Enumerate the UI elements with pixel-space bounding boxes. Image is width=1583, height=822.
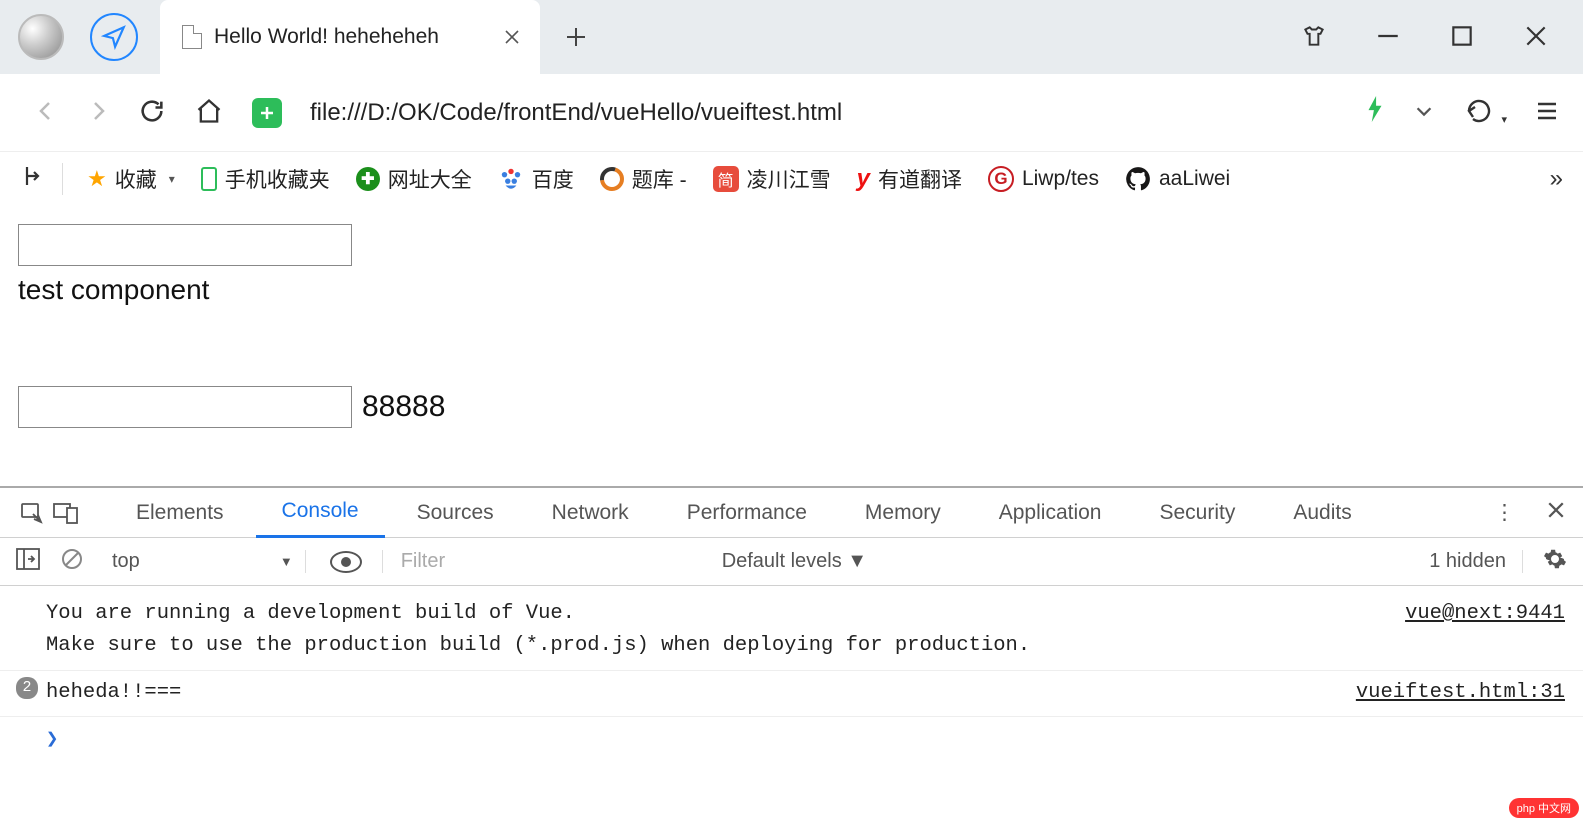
console-message-1: vue@next:9441 You are running a developm…	[46, 596, 1565, 664]
bookmark-label: 有道翻译	[878, 164, 962, 194]
devtools-tab-performance[interactable]: Performance	[661, 488, 833, 538]
execution-context-selector[interactable]: top ▼	[112, 550, 306, 573]
devtools-tabbar: Elements Console Sources Network Perform…	[0, 488, 1583, 538]
favorites-label: 收藏	[115, 164, 157, 194]
tab-title: Hello World! heheheheh	[214, 25, 490, 49]
new-tab-button[interactable]	[556, 17, 596, 57]
context-label: top	[112, 550, 140, 573]
close-window-button[interactable]	[1523, 23, 1549, 52]
undo-dropdown-icon[interactable]: ▾	[1501, 113, 1507, 126]
bookmark-item-4[interactable]: y 有道翻译	[851, 160, 968, 198]
address-bar-row: file:///D:/OK/Code/frontEnd/vueHello/vue…	[0, 74, 1583, 152]
live-expression-button[interactable]	[330, 551, 362, 573]
devtools-close-button[interactable]	[1547, 501, 1565, 525]
bookmark-item-6[interactable]: aaLiwei	[1119, 162, 1236, 196]
tiku-icon	[600, 167, 624, 191]
maximize-button[interactable]	[1449, 23, 1475, 52]
chevron-down-icon: ▼	[280, 554, 293, 569]
phone-icon	[201, 167, 217, 191]
tab-close-button[interactable]	[502, 27, 522, 47]
bookmark-label: 题库 -	[632, 164, 687, 194]
star-icon: ★	[87, 166, 107, 192]
favorites-menu[interactable]: ★ 收藏 ▾	[81, 160, 181, 198]
log-repeat-badge: 2	[16, 677, 38, 699]
devtools-tab-sources[interactable]: Sources	[391, 488, 520, 538]
minimize-button[interactable]	[1375, 23, 1401, 52]
console-sidebar-toggle[interactable]	[16, 548, 40, 576]
devtools-tab-console[interactable]: Console	[256, 488, 385, 538]
console-prompt[interactable]: ❯	[46, 721, 1565, 757]
bookmark-label: 百度	[532, 164, 574, 194]
url-text[interactable]: file:///D:/OK/Code/frontEnd/vueHello/vue…	[310, 99, 1337, 127]
page-body: test component 88888	[0, 206, 1583, 486]
gitee-icon: G	[988, 166, 1014, 192]
url-dropdown-button[interactable]	[1413, 100, 1435, 125]
console-settings-button[interactable]	[1543, 547, 1567, 577]
bookmark-label: 网址大全	[388, 164, 472, 194]
bookmark-label: Liwp/tes	[1022, 167, 1099, 191]
test-component-label: test component	[18, 274, 1565, 306]
log-text-line: You are running a development build of V…	[46, 602, 575, 625]
forward-button[interactable]	[86, 99, 110, 126]
bookmarks-bar: ★ 收藏 ▾ 手机收藏夹 ✚ 网址大全 百度 题库 - 简 凌川江雪 y 有道翻…	[0, 152, 1583, 206]
devtools-tab-memory[interactable]: Memory	[839, 488, 967, 538]
tshirt-icon[interactable]	[1301, 23, 1327, 52]
value-88888: 88888	[362, 390, 445, 424]
source-link[interactable]: vueiftest.html:31	[1356, 677, 1565, 709]
baidu-icon	[498, 166, 524, 192]
console-output[interactable]: vue@next:9441 You are running a developm…	[0, 586, 1583, 763]
mobile-fav-label: 手机收藏夹	[225, 164, 330, 194]
page-favicon	[182, 25, 202, 49]
mobile-favorites[interactable]: 手机收藏夹	[195, 160, 336, 198]
inspect-element-button[interactable]	[18, 499, 46, 527]
chevron-down-icon: ▾	[169, 172, 175, 186]
devtools-tab-application[interactable]: Application	[973, 488, 1128, 538]
clear-console-button[interactable]	[60, 547, 84, 577]
bookmark-item-0[interactable]: ✚ 网址大全	[350, 160, 478, 198]
console-filter-input[interactable]: Filter	[382, 550, 702, 573]
watermark-badge: php 中文网	[1509, 798, 1579, 818]
devtools-tab-security[interactable]: Security	[1133, 488, 1261, 538]
360-icon: ✚	[356, 167, 380, 191]
bookmark-item-1[interactable]: 百度	[492, 160, 580, 198]
input-1[interactable]	[18, 224, 352, 266]
github-icon	[1125, 166, 1151, 192]
bookmarks-overflow-button[interactable]: »	[1550, 165, 1563, 193]
lightning-icon[interactable]	[1365, 96, 1385, 129]
profile-avatar[interactable]	[18, 14, 64, 60]
devtools-tab-network[interactable]: Network	[526, 488, 655, 538]
devtools-tab-elements[interactable]: Elements	[110, 488, 250, 538]
fast-nav-button[interactable]	[90, 13, 138, 61]
device-toggle-button[interactable]	[52, 499, 80, 527]
back-button[interactable]	[34, 99, 58, 126]
youdao-icon: y	[857, 165, 870, 193]
sidebar-toggle-icon[interactable]	[22, 164, 44, 194]
browser-tab-active[interactable]: Hello World! heheheheh	[160, 0, 540, 74]
security-shield-icon[interactable]	[252, 98, 282, 128]
bookmark-item-2[interactable]: 题库 -	[594, 160, 693, 198]
window-controls	[1301, 23, 1583, 52]
log-levels-selector[interactable]: Default levels ▼	[722, 550, 867, 573]
devtools-panel: Elements Console Sources Network Perform…	[0, 486, 1583, 822]
bookmark-label: 凌川江雪	[747, 164, 831, 194]
bookmark-item-3[interactable]: 简 凌川江雪	[707, 160, 837, 198]
bookmark-label: aaLiwei	[1159, 167, 1230, 191]
undo-button[interactable]	[1463, 98, 1495, 127]
main-menu-button[interactable]	[1535, 99, 1559, 126]
hidden-messages-label[interactable]: 1 hidden	[1429, 550, 1523, 573]
input-2[interactable]	[18, 386, 352, 428]
bookmark-item-5[interactable]: G Liwp/tes	[982, 162, 1105, 196]
jianshu-icon: 简	[713, 166, 739, 192]
console-message-2: 2 vueiftest.html:31 heheda!!===	[46, 675, 1565, 711]
console-toolbar: top ▼ Filter Default levels ▼ 1 hidden	[0, 538, 1583, 586]
devtools-kebab-menu[interactable]: ⋮	[1494, 500, 1517, 525]
devtools-tab-audits[interactable]: Audits	[1267, 488, 1377, 538]
reload-button[interactable]	[138, 97, 166, 128]
page-viewport[interactable]: test component 88888	[0, 206, 1583, 486]
source-link[interactable]: vue@next:9441	[1405, 598, 1565, 630]
log-text-line: heheda!!===	[46, 681, 181, 704]
home-button[interactable]	[194, 97, 224, 128]
log-text-line: Make sure to use the production build (*…	[46, 634, 1030, 657]
browser-tab-strip: Hello World! heheheheh	[0, 0, 1583, 74]
